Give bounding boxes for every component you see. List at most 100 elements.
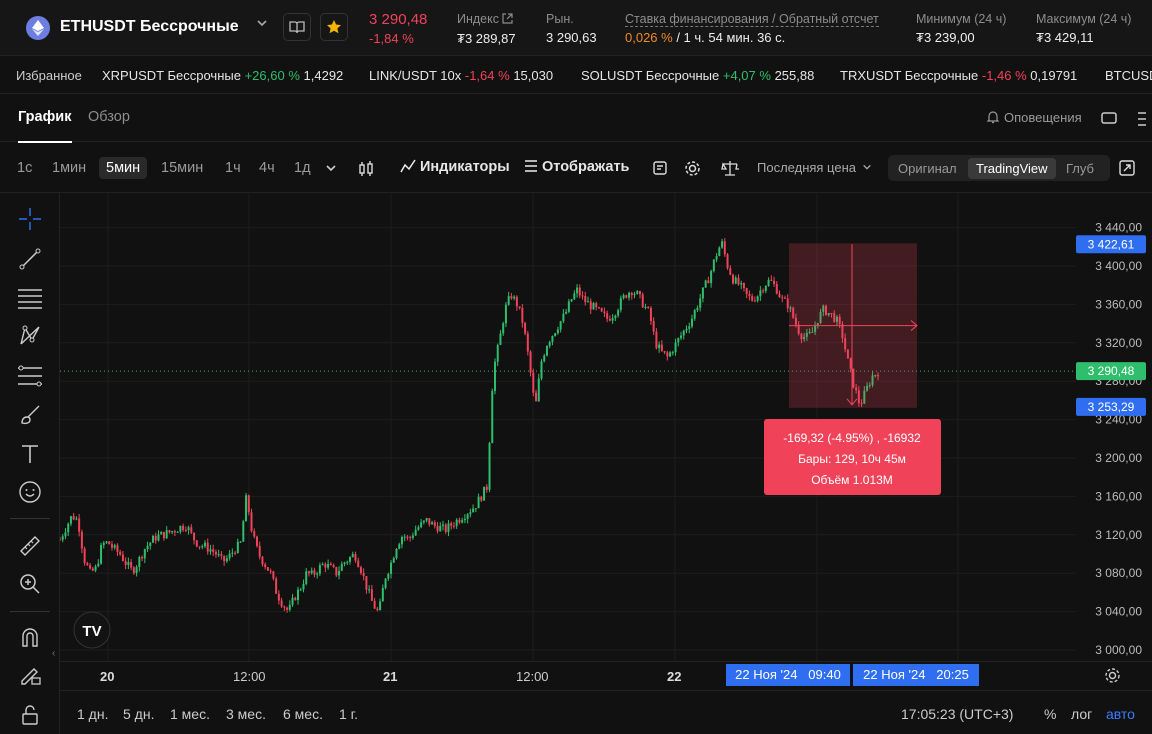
candle-body <box>576 287 579 294</box>
template-icon[interactable] <box>652 160 668 179</box>
candle-type-icon[interactable] <box>357 160 375 181</box>
candle-body <box>182 525 185 530</box>
auto-toggle[interactable]: авто <box>1106 706 1135 722</box>
timeframe-1s[interactable]: 1с <box>17 160 32 176</box>
fullscreen-icon[interactable] <box>1119 160 1135 179</box>
timeframe-1m[interactable]: 1мин <box>52 160 86 176</box>
market-label: Рын. <box>546 12 574 26</box>
ruler-icon[interactable] <box>16 532 44 560</box>
timeframe-1h[interactable]: 1ч <box>225 160 241 176</box>
candle-body <box>420 522 423 528</box>
emoji-icon[interactable] <box>16 478 44 506</box>
market-stat: Рын. 3 290,63 <box>546 12 597 45</box>
time-axis[interactable]: 20 12:00 21 12:00 22 22 Ноя '24 09:40 22… <box>60 661 1152 689</box>
candle-body <box>600 308 603 312</box>
menu-icon[interactable] <box>1136 111 1146 130</box>
candle-body <box>152 535 155 543</box>
candle-body <box>748 293 751 297</box>
crosshair-icon[interactable] <box>16 205 44 233</box>
fibonacci-icon[interactable] <box>16 362 44 390</box>
view-tradingview[interactable]: TradingView <box>968 158 1056 179</box>
alerts-button[interactable]: Оповещения <box>986 110 1082 127</box>
trend-line-icon[interactable] <box>16 245 44 273</box>
candle-body <box>545 345 548 356</box>
range-3m[interactable]: 3 мес. <box>226 706 266 722</box>
range-1y[interactable]: 1 г. <box>339 706 358 722</box>
candle-body <box>395 548 398 559</box>
candle-body <box>524 322 527 334</box>
candle-body <box>518 306 521 309</box>
lock-icon[interactable] <box>16 701 44 729</box>
log-toggle[interactable]: лог <box>1071 706 1092 722</box>
ticker-item[interactable]: XRPUSDT Бессрочные +26,60 % 1,4292 <box>102 68 343 83</box>
ticker-price: 0,19791 <box>1030 68 1078 83</box>
price-chart[interactable]: -169,32 (-4.95%) , -16932 Бары: 129, 10ч… <box>60 193 1076 661</box>
range-1d[interactable]: 1 дн. <box>77 706 108 722</box>
indicators-button[interactable]: Индикаторы <box>400 159 510 177</box>
high-label: Максимум (24 ч) <box>1036 12 1132 26</box>
chevron-down-icon[interactable] <box>325 162 337 177</box>
view-depth[interactable]: Глуб <box>1066 161 1094 176</box>
candle-body <box>767 279 770 286</box>
funding-label[interactable]: Ставка финансирования / Обратный отсчет <box>625 12 879 27</box>
timeframe-15m[interactable]: 15мин <box>161 160 203 176</box>
price-type-select[interactable]: Последняя цена <box>757 160 872 175</box>
horizontal-lines-icon[interactable] <box>16 284 44 312</box>
range-6m[interactable]: 6 мес. <box>283 706 323 722</box>
zoom-in-icon[interactable] <box>16 570 44 598</box>
candle-body <box>677 338 680 343</box>
funding-stat: Ставка финансирования / Обратный отсчет … <box>625 12 879 45</box>
price-tick: 3 400,00 <box>1095 259 1142 273</box>
ticker-name: XRPUSDT Бессрочные <box>102 68 241 83</box>
ticker-item[interactable]: BTCUSD <box>1105 68 1152 83</box>
candle-body <box>786 298 789 309</box>
price-tick: 3 200,00 <box>1095 451 1142 465</box>
candle-body <box>381 587 384 602</box>
external-link-icon[interactable] <box>502 13 514 27</box>
favorite-star-icon[interactable] <box>320 13 348 41</box>
book-icon[interactable] <box>283 13 311 41</box>
candle-body <box>762 290 765 292</box>
window-icon[interactable] <box>1101 111 1117 128</box>
text-tool-icon[interactable] <box>16 440 44 468</box>
candle-body <box>466 514 469 519</box>
candle-body <box>701 287 704 299</box>
tab-chart[interactable]: График <box>18 109 71 125</box>
lock-drawing-icon[interactable] <box>16 661 44 689</box>
candle-body <box>699 298 702 308</box>
settings-gear-icon[interactable] <box>684 160 701 180</box>
ticker-item[interactable]: TRXUSDT Бессрочные -1,46 % 0,19791 <box>840 68 1077 83</box>
candle-body <box>102 542 105 545</box>
high-value: ₮3 429,11 <box>1036 30 1094 45</box>
magnet-icon[interactable] <box>16 623 44 651</box>
candle-body <box>231 552 234 554</box>
view-original[interactable]: Оригинал <box>898 161 957 176</box>
tab-overview[interactable]: Обзор <box>88 109 130 125</box>
brush-icon[interactable] <box>16 401 44 429</box>
percent-toggle[interactable]: % <box>1044 706 1056 722</box>
candle-body <box>329 563 332 566</box>
timeframe-4h[interactable]: 4ч <box>259 160 275 176</box>
candle-body <box>138 557 141 567</box>
range-1m[interactable]: 1 мес. <box>170 706 210 722</box>
collapse-arrow-icon[interactable]: ‹ <box>52 648 55 659</box>
chevron-down-icon[interactable] <box>256 16 268 32</box>
ticker-item[interactable]: SOLUSDT Бессрочные +4,07 % 255,88 <box>581 68 814 83</box>
clock[interactable]: 17:05:23 (UTC+3) <box>901 706 1013 722</box>
candle-body <box>116 545 119 552</box>
favorites-label[interactable]: Избранное <box>16 68 82 83</box>
timeframe-1d[interactable]: 1д <box>294 160 311 176</box>
candle-body <box>493 361 496 391</box>
candle-body <box>173 531 176 533</box>
header-bar: ETHUSDT Бессрочные 3 290,48 -1,84 % Инде… <box>0 0 1152 56</box>
ticker-item[interactable]: LINK/USDT 10x -1,64 % 15,030 <box>369 68 553 83</box>
axis-settings-gear-icon[interactable] <box>1104 667 1121 687</box>
timeframe-5m[interactable]: 5мин <box>99 157 148 179</box>
pattern-icon[interactable] <box>16 322 44 350</box>
display-button[interactable]: Отображать <box>524 159 629 176</box>
range-5d[interactable]: 5 дн. <box>123 706 154 722</box>
symbol-name[interactable]: ETHUSDT Бессрочные <box>60 18 239 36</box>
price-axis[interactable]: 3 440,003 400,003 360,003 320,003 280,00… <box>1076 193 1152 661</box>
scales-icon[interactable] <box>721 160 740 179</box>
candle-body <box>696 307 699 311</box>
